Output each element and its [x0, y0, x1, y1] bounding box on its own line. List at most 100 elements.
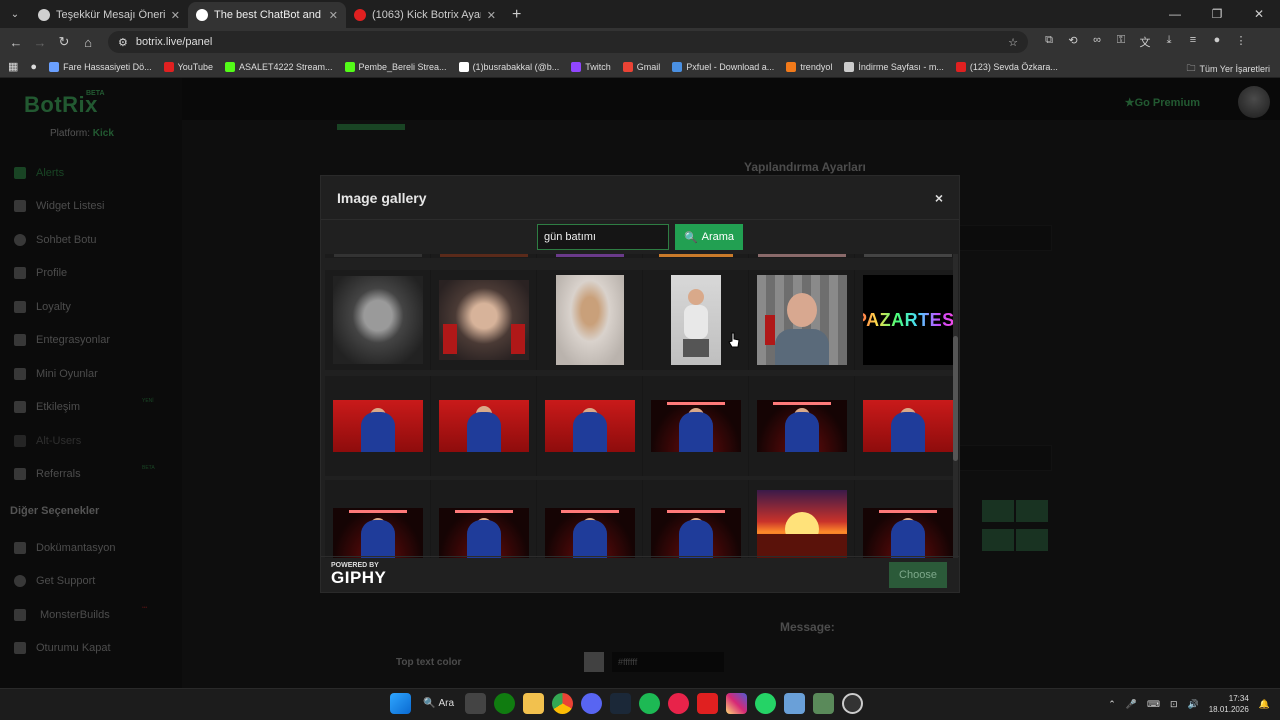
tab-close-icon[interactable]: ✕	[171, 9, 180, 22]
bookmark-item[interactable]: Pxfuel - Download a...	[672, 61, 774, 72]
profile-icon[interactable]: ●	[1208, 34, 1226, 50]
bookmark-star-icon[interactable]: ☆	[1008, 36, 1018, 49]
steam-icon[interactable]	[610, 693, 631, 714]
more-menu-icon[interactable]: ⋮	[1232, 34, 1250, 50]
windows-start-icon[interactable]	[390, 693, 411, 714]
choose-button[interactable]: Choose	[889, 562, 947, 588]
trendyol-icon	[786, 61, 797, 72]
tab-label: (1063) Kick Botrix Ayarları Nası	[372, 9, 481, 21]
gif-thumb[interactable]	[643, 480, 749, 558]
password-icon[interactable]: ⚿	[1112, 34, 1130, 50]
gif-thumb[interactable]	[325, 254, 431, 258]
task-view-icon[interactable]	[465, 693, 486, 714]
gif-thumb[interactable]	[749, 254, 855, 258]
keyboard-icon[interactable]: ⌨	[1147, 699, 1160, 710]
tab-close-icon[interactable]: ✕	[329, 9, 338, 22]
gif-thumb[interactable]: PAZARTESİ	[855, 270, 957, 370]
search-button[interactable]: 🔍 Arama	[675, 224, 743, 250]
search-icon: 🔍	[423, 698, 436, 709]
bookmark-item[interactable]: trendyol	[786, 61, 832, 72]
bookmark-item[interactable]: Twitch	[571, 61, 611, 72]
gif-thumb[interactable]	[431, 270, 537, 370]
obs-icon[interactable]	[842, 693, 863, 714]
tab-close-icon[interactable]: ✕	[487, 9, 496, 22]
browser-tab-strip: ⌄ Teşekkür Mesajı Önerisi ✕ The best Cha…	[0, 0, 1280, 28]
bookmark-item[interactable]: İndirme Sayfası - m...	[844, 61, 944, 72]
gif-grid: PAZARTESİ	[323, 254, 957, 558]
gif-thumb[interactable]	[855, 254, 957, 258]
chrome-icon[interactable]	[552, 693, 573, 714]
extensions-icon[interactable]: ⧉	[1040, 34, 1058, 50]
gif-thumb[interactable]	[855, 480, 957, 558]
gif-thumb[interactable]	[431, 254, 537, 258]
new-tab-button[interactable]: +	[512, 6, 521, 24]
gif-thumb[interactable]	[325, 376, 431, 476]
bookmark-item[interactable]: Fare Hassasiyeti Dö...	[49, 61, 152, 72]
app-icon[interactable]	[784, 693, 805, 714]
gif-thumb[interactable]	[431, 376, 537, 476]
close-window-icon[interactable]: ✕	[1238, 0, 1280, 28]
discord-icon[interactable]	[581, 693, 602, 714]
maximize-icon[interactable]: ❐	[1196, 0, 1238, 28]
gif-thumb[interactable]	[431, 480, 537, 558]
browser-tab-1[interactable]: Teşekkür Mesajı Önerisi ✕	[30, 2, 188, 28]
bookmark-favicon-icon	[49, 61, 60, 72]
app-icon[interactable]	[813, 693, 834, 714]
chevron-up-icon[interactable]: ⌃	[1108, 699, 1116, 710]
gif-thumb[interactable]	[537, 270, 643, 370]
bookmark-item[interactable]: (1)busrabakkal (@b...	[458, 61, 559, 72]
history-icon[interactable]: ⟲	[1064, 34, 1082, 50]
gallery-scrollbar-thumb[interactable]	[953, 336, 958, 461]
link-icon[interactable]: ∞	[1088, 34, 1106, 50]
reload-icon[interactable]: ↻	[52, 34, 76, 50]
gif-thumb[interactable]	[749, 270, 855, 370]
download-icon[interactable]: ⤓	[1160, 34, 1178, 50]
forward-icon[interactable]: →	[28, 35, 52, 50]
whatsapp-icon[interactable]	[755, 693, 776, 714]
gif-thumb[interactable]	[537, 254, 643, 258]
back-icon[interactable]: ←	[4, 35, 28, 50]
minimize-icon[interactable]: —	[1154, 0, 1196, 28]
tab-search-icon[interactable]: ⌄	[4, 3, 26, 25]
media-player-icon[interactable]	[668, 693, 689, 714]
gif-thumb[interactable]	[537, 480, 643, 558]
gif-thumb[interactable]	[643, 376, 749, 476]
notification-icon[interactable]: 🔔	[1259, 699, 1270, 710]
gif-thumb[interactable]	[643, 254, 749, 258]
gif-thumb[interactable]	[749, 480, 855, 558]
search-input[interactable]	[537, 224, 669, 250]
file-explorer-icon[interactable]	[523, 693, 544, 714]
clock-date: 18.01.2026	[1208, 705, 1249, 714]
gif-thumb[interactable]	[855, 376, 957, 476]
bookmark-item[interactable]: ASALET4222 Stream...	[224, 61, 333, 72]
translate-icon[interactable]: 文	[1136, 34, 1154, 50]
volume-icon[interactable]: 🔊	[1188, 699, 1199, 710]
bookmark-item[interactable]: Pembe_Bereli Strea...	[344, 61, 447, 72]
github-icon[interactable]: ●	[30, 61, 37, 73]
gif-thumb[interactable]	[749, 376, 855, 476]
network-icon[interactable]: ⊡	[1170, 699, 1178, 710]
reading-list-icon[interactable]: ≡	[1184, 34, 1202, 50]
home-icon[interactable]: ⌂	[76, 35, 100, 50]
bookmark-item[interactable]: (123) Sevda Özkara...	[955, 61, 1058, 72]
clock[interactable]: 17:34 18.01.2026	[1209, 693, 1249, 715]
gif-thumb[interactable]	[643, 270, 749, 370]
site-info-icon[interactable]: ⚙	[118, 36, 128, 49]
taskbar-search[interactable]: 🔍 Ara	[419, 698, 457, 709]
bookmark-item[interactable]: Gmail	[622, 61, 660, 72]
xbox-icon[interactable]	[494, 693, 515, 714]
close-icon[interactable]: ×	[935, 190, 943, 206]
gif-thumb[interactable]	[325, 480, 431, 558]
browser-tab-2[interactable]: The best ChatBot and Widgets ✕	[188, 2, 346, 28]
apps-icon[interactable]: ▦	[8, 60, 18, 73]
gif-thumb[interactable]	[537, 376, 643, 476]
browser-tab-3[interactable]: (1063) Kick Botrix Ayarları Nası ✕	[346, 2, 504, 28]
all-bookmarks[interactable]: 🗀 Tüm Yer İşaretleri	[1186, 61, 1270, 77]
spotify-icon[interactable]	[639, 693, 660, 714]
instagram-icon[interactable]	[726, 693, 747, 714]
bookmark-item[interactable]: YouTube	[163, 61, 213, 72]
microphone-icon[interactable]: 🎤	[1126, 699, 1137, 710]
address-bar[interactable]: ⚙ botrix.live/panel ☆	[108, 31, 1028, 53]
gif-thumb[interactable]	[325, 270, 431, 370]
youtube-icon[interactable]	[697, 693, 718, 714]
